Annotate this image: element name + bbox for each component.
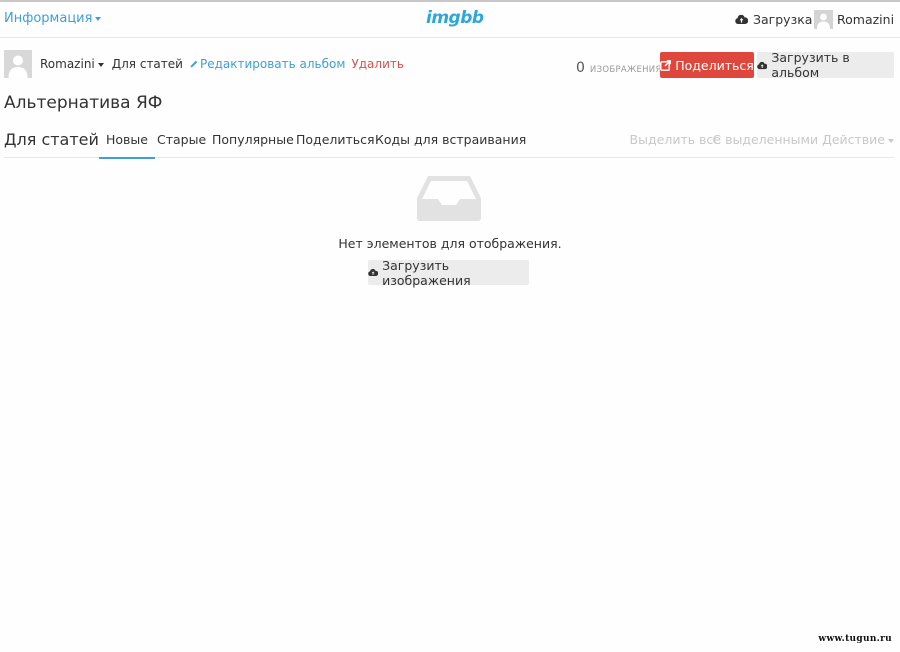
select-all-link[interactable]: Выделить все	[630, 132, 721, 147]
album-name-link[interactable]: Для статей	[112, 57, 183, 71]
tab-popular[interactable]: Популярные	[212, 132, 294, 157]
upload-to-album-button[interactable]: Загрузить в альбом	[757, 50, 894, 80]
tab-old[interactable]: Старые	[157, 132, 206, 157]
owner-avatar-icon[interactable]	[4, 50, 32, 78]
pencil-icon	[190, 60, 198, 68]
image-count-value: 0	[576, 60, 585, 76]
upload-images-button[interactable]: Загрузить изображения	[368, 257, 529, 288]
top-navbar: Информация imgbb Загрузка Romazini	[0, 2, 900, 38]
username-label: Romazini	[837, 12, 895, 27]
upload-to-album-label: Загрузить в альбом	[771, 50, 850, 80]
tab-share[interactable]: Поделиться	[296, 132, 375, 157]
chevron-down-icon	[95, 16, 102, 21]
cloud-upload-icon	[757, 61, 768, 69]
user-avatar-icon	[814, 10, 833, 29]
edit-album-label: Редактировать альбом	[199, 57, 346, 71]
section-name: Для статей	[4, 130, 99, 149]
chevron-down-icon	[888, 138, 894, 143]
album-owner-label: Romazini	[40, 57, 95, 71]
album-title: Альтернатива ЯФ	[4, 93, 163, 113]
tab-new[interactable]: Новые	[99, 132, 155, 159]
share-icon	[660, 59, 672, 71]
delete-album-link[interactable]: Удалить	[351, 57, 404, 71]
info-menu[interactable]: Информация	[4, 11, 102, 26]
tab-embed-codes[interactable]: Коды для встраивания	[375, 132, 526, 157]
cloud-upload-icon	[368, 268, 379, 277]
image-count-label: ИЗОБРАЖЕНИЯ	[589, 65, 662, 75]
album-tabs-bar: Для статей Новые Старые Популярные Подел…	[4, 122, 894, 159]
upload-images-label: Загрузить изображения	[382, 257, 471, 288]
empty-state-message: Нет элементов для отображения.	[338, 236, 562, 251]
share-button-label: Поделиться	[675, 57, 754, 73]
album-owner-menu[interactable]: Romazini	[40, 57, 104, 71]
share-button[interactable]: Поделиться	[660, 52, 754, 78]
album-meta: Romazini Для статей Редактировать альбом…	[4, 49, 404, 79]
bulk-action-menu[interactable]: С выделенными Действие	[712, 132, 894, 147]
inbox-tray-icon	[416, 174, 482, 226]
user-menu[interactable]: Romazini	[814, 10, 900, 29]
edit-album-link[interactable]: Редактировать альбом	[190, 57, 345, 71]
chevron-down-icon	[97, 62, 104, 67]
cloud-upload-icon	[735, 14, 748, 25]
upload-link-label: Загрузка	[753, 12, 813, 27]
bulk-action-label: С выделенными Действие	[712, 132, 885, 147]
imgbb-logo[interactable]: imgbb	[426, 8, 484, 28]
image-count: 0 ИЗОБРАЖЕНИЯ	[576, 60, 662, 76]
watermark: www.tugun.ru	[818, 634, 892, 644]
info-menu-label: Информация	[4, 11, 93, 26]
upload-link[interactable]: Загрузка	[735, 12, 812, 27]
